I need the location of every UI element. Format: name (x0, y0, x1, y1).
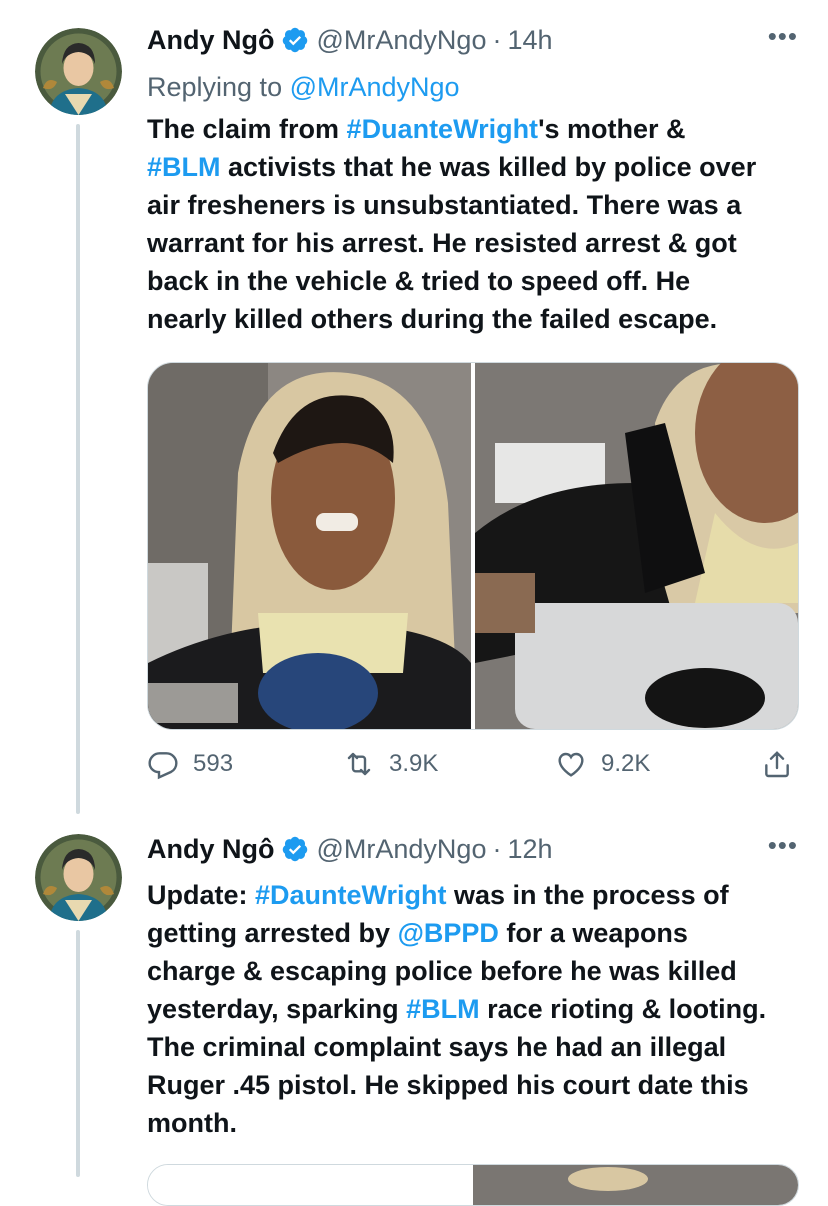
tweet-text: The claim from #DuanteWright's mother & … (147, 110, 807, 338)
like-count: 9.2K (601, 750, 651, 777)
hashtag-link[interactable]: #BLM (147, 152, 221, 182)
thread-line-lower (76, 930, 80, 1177)
text-line: nearly killed others during the failed e… (147, 304, 718, 334)
text-segment: was in the process of (446, 880, 729, 910)
retweet-icon (347, 752, 371, 776)
verified-badge-icon (282, 27, 307, 53)
text-line: The criminal complaint says he had an il… (147, 1032, 727, 1062)
replying-to-label: Replying to (147, 72, 283, 102)
reply-mention-link[interactable]: @MrAndyNgo (290, 72, 460, 102)
hashtag-link[interactable]: #DaunteWright (255, 880, 447, 910)
mention-link[interactable]: @BPPD (398, 918, 499, 948)
text-line: back in the vehicle & tried to speed off… (147, 266, 691, 296)
tweet-header: Andy Ngô @MrAndyNgo · 12h ••• (147, 829, 798, 869)
separator-dot: · (492, 24, 502, 55)
thread-line-upper (76, 124, 80, 814)
share-button[interactable] (761, 748, 793, 780)
text-segment: for a weapons (498, 918, 688, 948)
text-segment: yesterday, sparking (147, 994, 407, 1024)
reply-count: 593 (193, 750, 234, 777)
display-name[interactable]: Andy Ngô (147, 834, 275, 865)
text-segment: The claim from (147, 114, 347, 144)
more-options-icon[interactable]: ••• (768, 832, 798, 858)
text-segment: 's mother & (538, 114, 686, 144)
hashtag-link[interactable]: #BLM (406, 994, 480, 1024)
quoted-tweet-card[interactable] (147, 1164, 799, 1206)
video-thumbnail-left[interactable] (148, 363, 471, 729)
timestamp[interactable]: 14h (507, 25, 552, 56)
text-segment: getting arrested by (147, 918, 398, 948)
separator-dot: · (492, 833, 502, 864)
retweet-button[interactable]: 3.9K (343, 748, 438, 780)
text-line: month. (147, 1108, 237, 1138)
text-line: warrant for his arrest. He resisted arre… (147, 228, 737, 258)
reply-icon (148, 752, 178, 780)
media-grid (147, 362, 799, 730)
replying-to: Replying to @MrAndyNgo (147, 72, 460, 103)
text-segment: activists that he was killed by police o… (220, 152, 757, 182)
hashtag-link[interactable]: #DuanteWright (347, 114, 539, 144)
share-icon (765, 751, 789, 778)
text-segment: race rioting & looting. (479, 994, 767, 1024)
text-segment: Update: (147, 880, 255, 910)
handle[interactable]: @MrAndyNgo (317, 834, 487, 865)
avatar[interactable] (35, 834, 122, 921)
video-thumbnail-right[interactable] (475, 363, 798, 729)
like-button[interactable]: 9.2K (555, 748, 650, 780)
reply-button[interactable]: 593 (147, 748, 233, 780)
tweet-text: Update: #DaunteWright was in the process… (147, 876, 807, 1142)
verified-badge-icon (282, 836, 307, 862)
display-name[interactable]: Andy Ngô (147, 25, 275, 56)
text-line: Ruger .45 pistol. He skipped his court d… (147, 1070, 749, 1100)
handle[interactable]: @MrAndyNgo (317, 25, 487, 56)
tweet-header: Andy Ngô @MrAndyNgo · 14h ••• (147, 20, 798, 60)
tweet-actions: 593 3.9K 9.2K (147, 748, 797, 792)
avatar[interactable] (35, 28, 122, 115)
more-options-icon[interactable]: ••• (768, 23, 798, 49)
text-line: charge & escaping police before he was k… (147, 956, 737, 986)
text-line: air fresheners is unsubstantiated. There… (147, 190, 742, 220)
heart-icon (558, 752, 584, 777)
retweet-count: 3.9K (389, 750, 439, 777)
timestamp[interactable]: 12h (507, 834, 552, 865)
